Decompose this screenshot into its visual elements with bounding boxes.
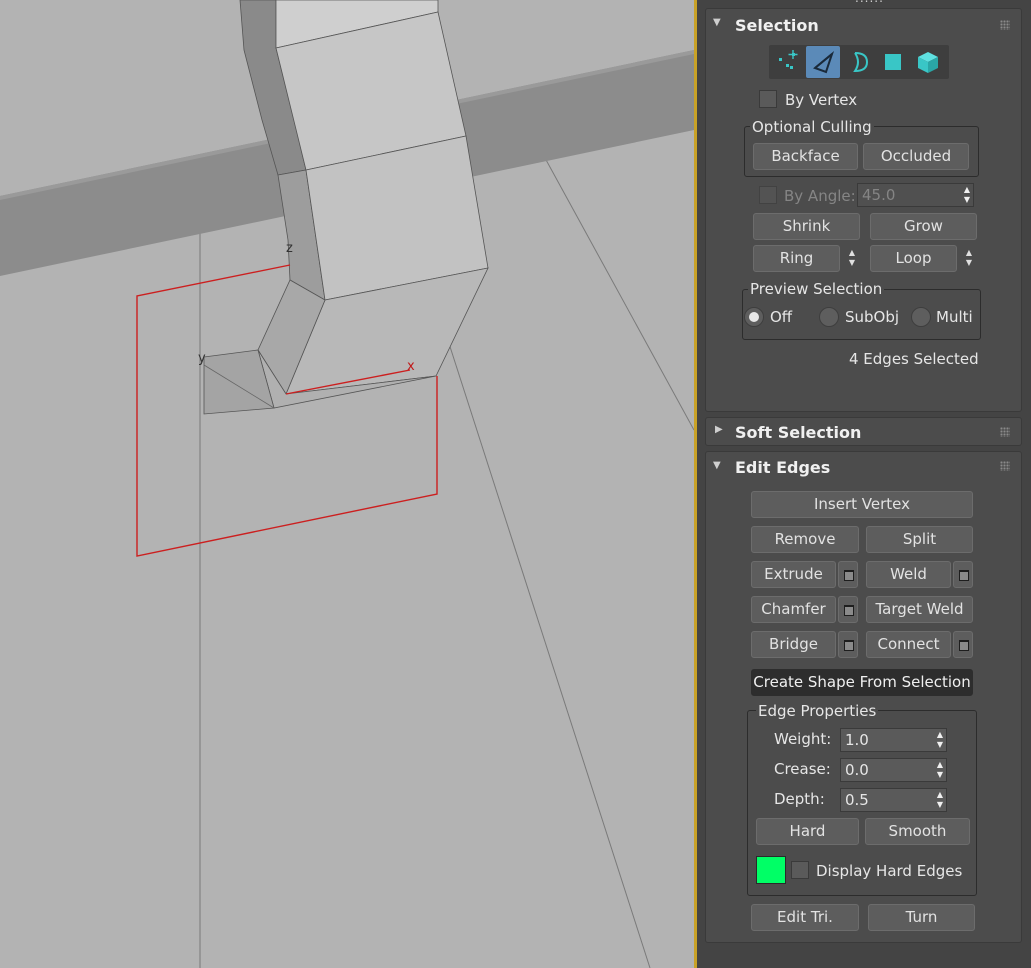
connect-button[interactable]: Connect: [866, 631, 951, 658]
viewport-scene: z y x: [0, 0, 694, 968]
preview-subobj-label: SubObj: [845, 308, 900, 326]
weight-spinner-icon[interactable]: ▲ ▼: [937, 730, 943, 750]
depth-spinner-icon[interactable]: ▲ ▼: [937, 790, 943, 810]
selection-rollout-title[interactable]: Selection: [735, 16, 819, 35]
preview-multi-radio[interactable]: [911, 307, 931, 327]
bridge-button[interactable]: Bridge: [751, 631, 836, 658]
split-button[interactable]: Split: [866, 526, 973, 553]
loop-button[interactable]: Loop: [870, 245, 957, 272]
hard-edge-color-swatch[interactable]: [756, 856, 786, 884]
gizmo-y-label: y: [198, 351, 206, 366]
optional-culling-label: Optional Culling: [750, 118, 874, 136]
preview-off-label: Off: [770, 308, 793, 326]
edit-edges-rollout: ▼ Edit Edges Insert Vertex Remove Split …: [705, 451, 1022, 943]
smooth-button[interactable]: Smooth: [865, 818, 970, 845]
weight-label: Weight:: [774, 730, 832, 748]
edit-edges-rollout-title[interactable]: Edit Edges: [735, 458, 830, 477]
weld-button[interactable]: Weld: [866, 561, 951, 588]
border-mode-icon[interactable]: [841, 46, 875, 78]
soft-selection-rollout[interactable]: ▶ Soft Selection: [705, 417, 1022, 446]
by-angle-label: By Angle:: [784, 187, 856, 205]
selection-rollout: ▼ Selection By Vertex Optional Culling B…: [705, 8, 1022, 412]
crease-value: 0.0: [845, 761, 869, 779]
collapse-triangle-icon[interactable]: ▼: [713, 17, 721, 28]
polygon-mode-icon[interactable]: [876, 46, 910, 78]
crease-field[interactable]: 0.0 ▲ ▼: [840, 758, 947, 782]
grow-button[interactable]: Grow: [870, 213, 977, 240]
selection-status-text: 4 Edges Selected: [849, 350, 979, 368]
collapse-triangle-icon[interactable]: ▼: [713, 460, 721, 471]
preview-multi-label: Multi: [936, 308, 973, 326]
shrink-button[interactable]: Shrink: [753, 213, 860, 240]
bridge-settings-icon[interactable]: [838, 631, 858, 658]
preview-subobj-radio[interactable]: [819, 307, 839, 327]
rollout-grip-icon[interactable]: [1000, 461, 1010, 471]
loop-spinner-icon[interactable]: ▲ ▼: [962, 248, 976, 270]
display-hard-edges-label: Display Hard Edges: [816, 862, 963, 880]
by-vertex-checkbox[interactable]: [759, 90, 777, 108]
target-weld-button[interactable]: Target Weld: [866, 596, 973, 623]
create-shape-button[interactable]: Create Shape From Selection: [751, 669, 973, 696]
by-angle-checkbox[interactable]: [759, 186, 777, 204]
preview-selection-label: Preview Selection: [748, 280, 885, 298]
extrude-settings-icon[interactable]: [838, 561, 858, 588]
preview-off-radio[interactable]: [744, 307, 764, 327]
occluded-button[interactable]: Occluded: [863, 143, 969, 170]
depth-field[interactable]: 0.5 ▲ ▼: [840, 788, 947, 812]
vertex-mode-icon[interactable]: [771, 46, 805, 78]
chamfer-settings-icon[interactable]: [838, 596, 858, 623]
display-hard-edges-checkbox[interactable]: [791, 861, 809, 879]
edge-mode-icon[interactable]: [806, 46, 840, 78]
rollout-grip-icon[interactable]: [1000, 20, 1010, 30]
perspective-viewport[interactable]: z y x: [0, 0, 694, 968]
expand-triangle-icon[interactable]: ▶: [715, 424, 723, 435]
chamfer-button[interactable]: Chamfer: [751, 596, 836, 623]
gizmo-x-label: x: [407, 359, 415, 374]
weight-field[interactable]: 1.0 ▲ ▼: [840, 728, 947, 752]
crease-label: Crease:: [774, 760, 831, 778]
turn-button[interactable]: Turn: [868, 904, 975, 931]
gizmo-z-label: z: [286, 241, 293, 256]
depth-value: 0.5: [845, 791, 869, 809]
command-panel: ...... ▼ Selection By Vertex: [697, 0, 1031, 968]
backface-button[interactable]: Backface: [753, 143, 858, 170]
subobject-mode-bar: [769, 45, 949, 79]
insert-vertex-button[interactable]: Insert Vertex: [751, 491, 973, 518]
extrude-button[interactable]: Extrude: [751, 561, 836, 588]
remove-button[interactable]: Remove: [751, 526, 859, 553]
by-angle-value: 45.0: [862, 186, 896, 204]
weight-value: 1.0: [845, 731, 869, 749]
panel-drag-grip[interactable]: ......: [855, 0, 884, 5]
by-angle-spinner-icon[interactable]: ▲ ▼: [964, 185, 970, 205]
hard-button[interactable]: Hard: [756, 818, 859, 845]
connect-settings-icon[interactable]: [953, 631, 973, 658]
edit-tri-button[interactable]: Edit Tri.: [751, 904, 859, 931]
ring-button[interactable]: Ring: [753, 245, 840, 272]
edge-properties-label: Edge Properties: [756, 702, 879, 720]
weld-settings-icon[interactable]: [953, 561, 973, 588]
element-mode-icon[interactable]: [911, 46, 945, 78]
by-angle-field[interactable]: 45.0 ▲ ▼: [857, 183, 974, 207]
rollout-grip-icon[interactable]: [1000, 427, 1010, 437]
depth-label: Depth:: [774, 790, 825, 808]
by-vertex-label: By Vertex: [785, 91, 858, 109]
ring-spinner-icon[interactable]: ▲ ▼: [845, 248, 859, 270]
crease-spinner-icon[interactable]: ▲ ▼: [937, 760, 943, 780]
soft-selection-rollout-title[interactable]: Soft Selection: [735, 423, 861, 442]
